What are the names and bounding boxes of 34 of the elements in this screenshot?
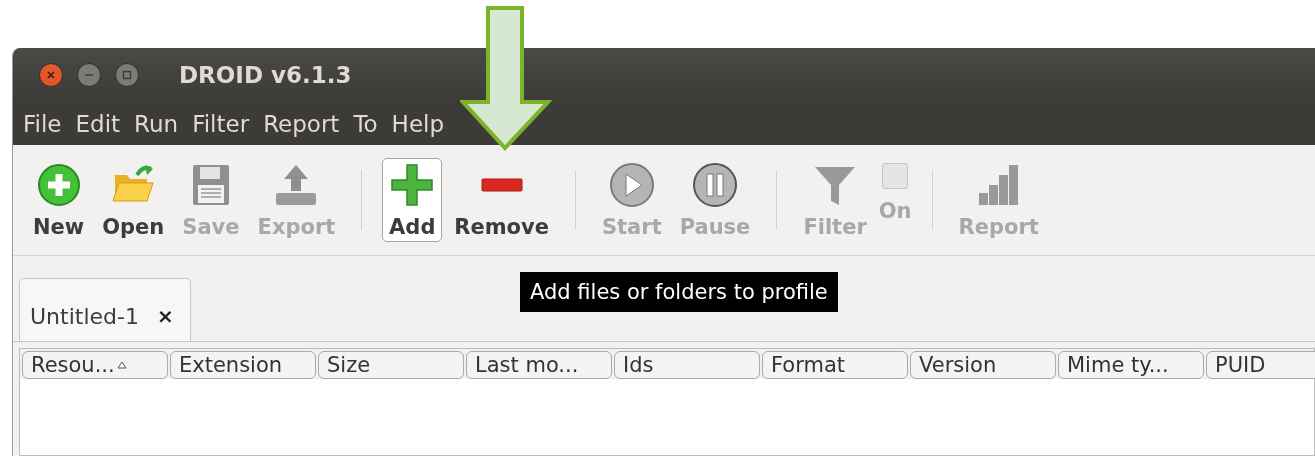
menu-item[interactable]: To — [353, 110, 378, 137]
toolbar-button[interactable]: Add — [382, 158, 443, 242]
menu-item[interactable]: Filter — [192, 110, 250, 137]
menu-item[interactable]: Run — [134, 110, 179, 137]
column-header[interactable]: Resou... — [22, 351, 168, 379]
column-header[interactable]: PUID — [1206, 351, 1315, 379]
maximize-button[interactable] — [115, 63, 139, 87]
close-icon[interactable]: × — [156, 292, 174, 328]
menu-item[interactable]: Help — [391, 110, 445, 137]
minimize-button[interactable] — [77, 63, 101, 87]
toolbar-button[interactable]: New — [27, 158, 91, 242]
column-header[interactable]: Last mo... — [466, 351, 612, 379]
tooltip: Add files or folders to profile — [520, 272, 838, 312]
close-icon — [46, 70, 56, 80]
column-header[interactable]: Ids — [614, 351, 760, 379]
maximize-icon — [122, 70, 132, 80]
tab-label: Untitled-1 — [30, 302, 139, 329]
close-button[interactable] — [39, 63, 63, 87]
toolbar-button[interactable]: Open — [96, 158, 171, 242]
play-icon — [607, 161, 656, 209]
checkbox-label: On — [878, 199, 912, 223]
window-title: DROID v6.1.3 — [179, 62, 352, 88]
column-header[interactable]: Version — [910, 351, 1056, 379]
menu-item[interactable]: Report — [263, 110, 340, 137]
menu-item[interactable]: Edit — [75, 110, 121, 137]
column-header[interactable]: Extension — [170, 351, 316, 379]
column-header[interactable]: Format — [762, 351, 908, 379]
column-header[interactable]: Size — [318, 351, 464, 379]
pause-icon — [691, 161, 739, 209]
menu-item[interactable]: File — [23, 110, 62, 137]
column-header[interactable]: Mime ty... — [1058, 351, 1204, 379]
toolbar-button[interactable]: Remove — [448, 158, 555, 242]
down-arrow-icon — [460, 6, 552, 152]
tab[interactable]: Untitled-1 × — [19, 278, 191, 341]
